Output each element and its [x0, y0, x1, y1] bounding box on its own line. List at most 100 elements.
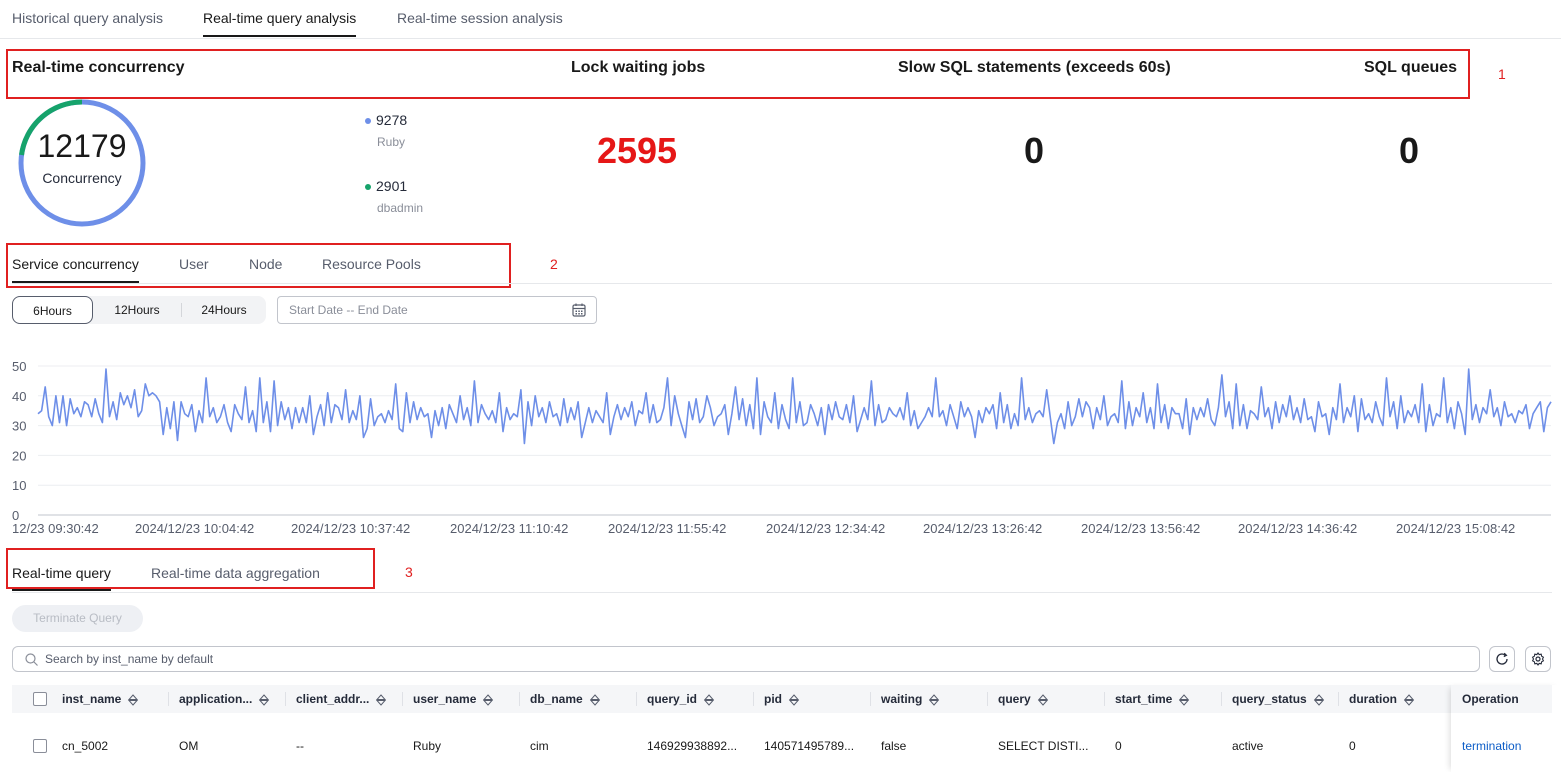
column-divider: [285, 692, 286, 706]
termination-link[interactable]: termination: [1462, 739, 1521, 753]
column-header-label: duration: [1349, 692, 1397, 706]
x-tick-label: 2024/12/23 13:56:42: [1081, 521, 1200, 536]
tab-realtime-session-analysis[interactable]: Real-time session analysis: [397, 10, 563, 26]
annotation-box-1: [6, 49, 1470, 99]
x-tick-label: 2024/12/23 11:55:42: [608, 521, 726, 536]
column-header-label: query: [998, 692, 1031, 706]
cell-pid: 140571495789...: [764, 739, 855, 753]
range-12hours-button[interactable]: 12Hours: [93, 296, 181, 324]
tab-resource-pools[interactable]: Resource Pools: [322, 256, 421, 272]
concurrency-value: 12179: [37, 128, 127, 164]
x-tick-label: 2024/12/23 12:34:42: [766, 521, 885, 536]
sort-icon[interactable]: [1037, 694, 1049, 706]
column-header-client_addr[interactable]: client_addr...: [296, 692, 387, 706]
cell-db_name: cim: [530, 739, 549, 753]
tab-service-concurrency[interactable]: Service concurrency: [12, 256, 139, 272]
column-header-pid[interactable]: pid: [764, 692, 800, 706]
annotation-number-1: 1: [1498, 66, 1506, 82]
column-header-label: waiting: [881, 692, 923, 706]
annotation-number-3: 3: [405, 564, 413, 580]
slow-sql-value: 0: [1023, 130, 1045, 171]
cell-query_status: active: [1232, 739, 1264, 753]
select-all-checkbox[interactable]: [33, 692, 47, 706]
column-header-start_time[interactable]: start_time: [1115, 692, 1190, 706]
column-header-application[interactable]: application...: [179, 692, 270, 706]
x-tick-label: 2024/12/23 11:10:42: [450, 521, 568, 536]
range-24hours-button[interactable]: 24Hours: [182, 296, 266, 324]
sql-queues-title: SQL queues: [1364, 59, 1458, 76]
column-divider: [168, 692, 169, 706]
date-range-picker[interactable]: Start Date -- End Date: [277, 296, 597, 324]
cell-duration: 0: [1349, 739, 1356, 753]
annotation-number-2: 2: [550, 256, 558, 272]
column-divider: [1338, 692, 1339, 706]
legend-item-ruby: 9278: [365, 112, 407, 128]
column-header-label: query_id: [647, 692, 698, 706]
service-tab-indicator: [12, 281, 139, 283]
sort-icon[interactable]: [589, 694, 601, 706]
concurrency-label: Concurrency: [42, 170, 122, 186]
cell-inst_name: cn_5002: [62, 739, 109, 753]
legend-value-dbadmin: 2901: [376, 178, 408, 194]
tab-node[interactable]: Node: [249, 256, 282, 272]
column-divider: [1221, 692, 1222, 706]
service-concurrency-chart: 0102030405012/23 09:30:42 2024/12/23 10:0…: [12, 359, 1552, 536]
legend-item-dbadmin: 2901: [365, 178, 407, 194]
gear-icon: [1531, 652, 1545, 666]
sort-icon[interactable]: [1178, 694, 1190, 706]
column-header-user_name[interactable]: user_name: [413, 692, 494, 706]
active-tab-indicator: [203, 35, 356, 37]
sort-icon[interactable]: [1403, 694, 1415, 706]
sort-icon[interactable]: [928, 694, 940, 706]
column-header-duration[interactable]: duration: [1349, 692, 1415, 706]
y-tick-label: 50: [12, 359, 26, 374]
refresh-button[interactable]: [1489, 646, 1515, 672]
column-header-label: query_status: [1232, 692, 1307, 706]
sql-queues-value: 0: [1398, 130, 1420, 171]
sort-icon[interactable]: [375, 694, 387, 706]
sort-icon[interactable]: [482, 694, 494, 706]
column-header-operation: Operation: [1462, 692, 1519, 706]
search-placeholder: Search by inst_name by default: [45, 652, 214, 666]
cell-query: SELECT DISTI...: [998, 739, 1089, 753]
column-divider: [870, 692, 871, 706]
cell-start_time: 0: [1115, 739, 1122, 753]
tab-realtime-data-aggregation[interactable]: Real-time data aggregation: [151, 565, 320, 581]
sort-icon[interactable]: [788, 694, 800, 706]
column-divider: [1104, 692, 1105, 706]
x-tick-label: 2024/12/23 14:36:42: [1238, 521, 1357, 536]
sort-icon[interactable]: [703, 694, 715, 706]
row-checkbox[interactable]: [33, 739, 47, 753]
column-header-query_id[interactable]: query_id: [647, 692, 715, 706]
realtime-concurrency-title: Real-time concurrency: [12, 59, 185, 76]
cell-client_addr: --: [296, 739, 304, 753]
column-divider: [753, 692, 754, 706]
x-tick-label: 2024/12/23 13:26:42: [923, 521, 1042, 536]
terminate-query-button[interactable]: Terminate Query: [12, 605, 143, 632]
service-tabs-divider: [12, 283, 1552, 284]
tab-historical-query-analysis[interactable]: Historical query analysis: [12, 10, 163, 26]
column-divider: [987, 692, 988, 706]
search-input[interactable]: Search by inst_name by default: [12, 646, 1480, 672]
tab-realtime-query[interactable]: Real-time query: [12, 565, 111, 581]
y-tick-label: 10: [12, 478, 26, 493]
range-6hours-button[interactable]: 6Hours: [12, 296, 93, 324]
sort-icon[interactable]: [258, 694, 270, 706]
sort-icon[interactable]: [127, 694, 139, 706]
bottom-tabs-divider: [12, 592, 1552, 593]
bottom-tab-indicator: [12, 589, 111, 591]
column-header-query[interactable]: query: [998, 692, 1049, 706]
tab-realtime-query-analysis[interactable]: Real-time query analysis: [203, 10, 356, 26]
search-icon: [25, 653, 38, 666]
column-header-db_name[interactable]: db_name: [530, 692, 601, 706]
column-header-inst_name[interactable]: inst_name: [62, 692, 139, 706]
settings-button[interactable]: [1525, 646, 1551, 672]
tab-user[interactable]: User: [179, 256, 209, 272]
column-header-label: user_name: [413, 692, 477, 706]
column-header-label: client_addr...: [296, 692, 370, 706]
top-tab-bar: Historical query analysis Real-time quer…: [0, 0, 1561, 39]
column-header-waiting[interactable]: waiting: [881, 692, 940, 706]
sort-icon[interactable]: [1313, 694, 1325, 706]
calendar-icon[interactable]: [572, 303, 586, 317]
column-header-query_status[interactable]: query_status: [1232, 692, 1325, 706]
